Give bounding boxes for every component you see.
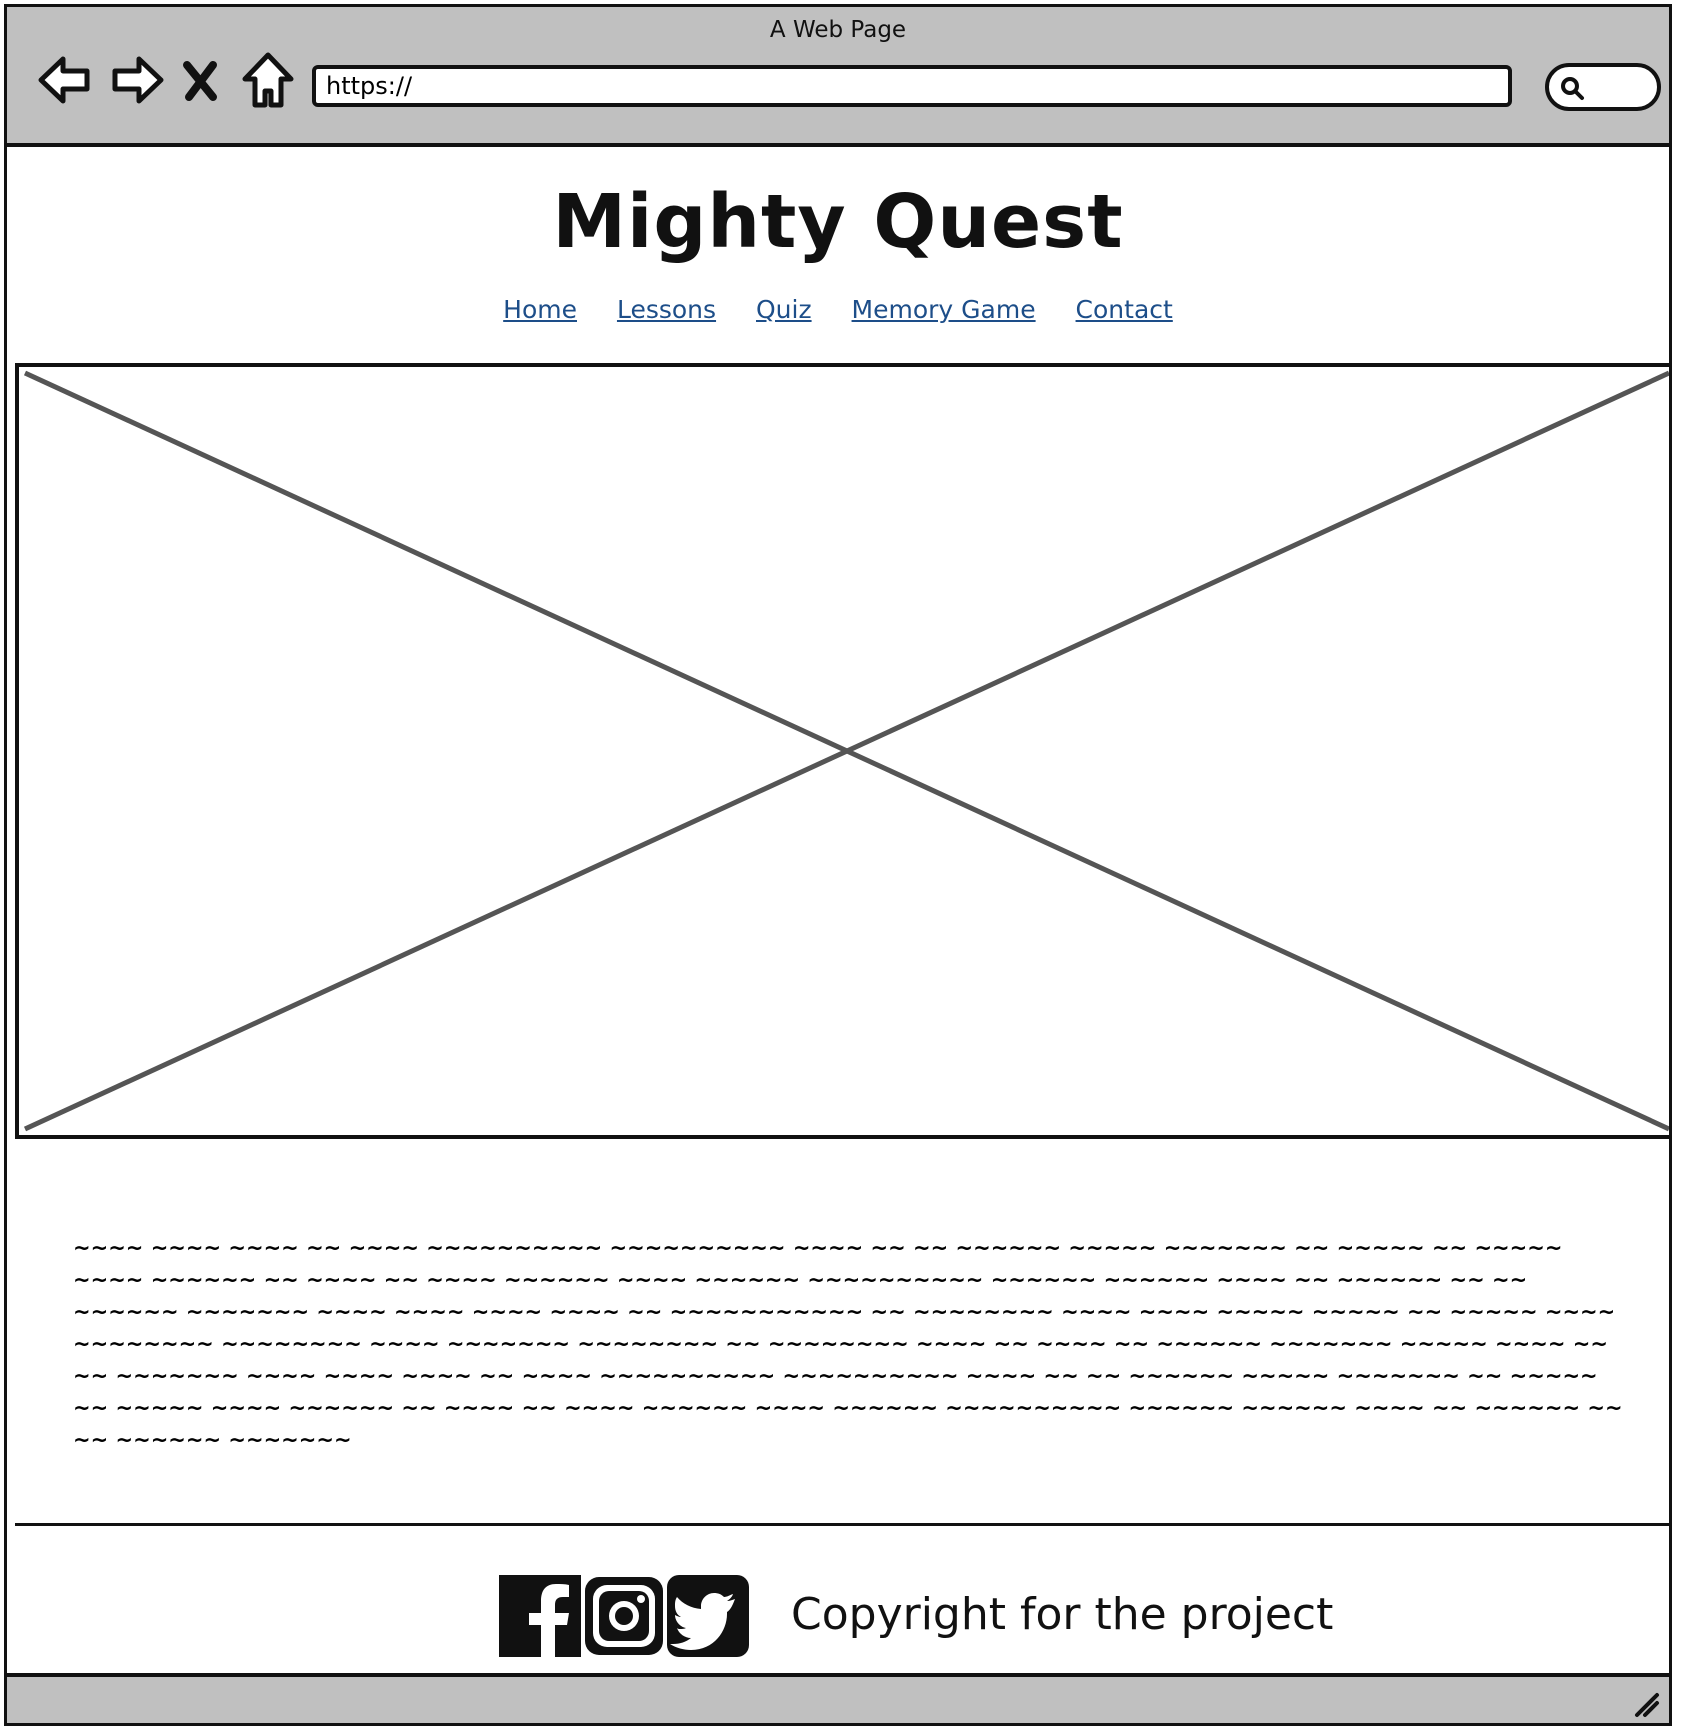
nav-link-home[interactable]: Home	[503, 295, 577, 324]
hero-image-placeholder	[15, 363, 1669, 1139]
browser-search-field[interactable]	[1545, 63, 1661, 111]
home-icon[interactable]	[235, 47, 301, 113]
browser-status-bar	[7, 1673, 1669, 1723]
close-x-icon[interactable]	[177, 47, 223, 113]
nav-link-memory-game[interactable]: Memory Game	[852, 295, 1036, 324]
instagram-icon[interactable]	[583, 1575, 665, 1657]
nav-link-contact[interactable]: Contact	[1076, 295, 1173, 324]
twitter-icon[interactable]	[667, 1575, 749, 1657]
back-arrow-icon[interactable]	[33, 47, 99, 113]
browser-chrome: A Web Page https://	[7, 7, 1669, 147]
site-title: Mighty Quest	[552, 179, 1124, 265]
window-title: A Web Page	[769, 17, 907, 43]
nav-link-lessons[interactable]: Lessons	[617, 295, 716, 324]
browser-window: A Web Page https:// Mighty Quest Home Le…	[4, 4, 1672, 1726]
search-icon	[1561, 77, 1584, 100]
image-placeholder-icon	[23, 370, 1669, 1132]
facebook-icon[interactable]	[499, 1575, 581, 1657]
main-nav: Home Lessons Quiz Memory Game Contact	[7, 295, 1669, 324]
resize-grip-icon[interactable]	[1627, 1685, 1661, 1719]
address-bar[interactable]: https://	[312, 65, 1512, 107]
footer-divider	[15, 1523, 1669, 1526]
forward-arrow-icon[interactable]	[103, 47, 169, 113]
footer: Copyright for the project	[7, 1575, 1669, 1661]
placeholder-paragraph: ~~~~ ~~~~ ~~~~ ~~ ~~~~ ~~~~~~~~~~ ~~~~~~…	[73, 1236, 1623, 1452]
nav-link-quiz[interactable]: Quiz	[756, 295, 812, 324]
copyright-text: Copyright for the project	[791, 1589, 1334, 1640]
